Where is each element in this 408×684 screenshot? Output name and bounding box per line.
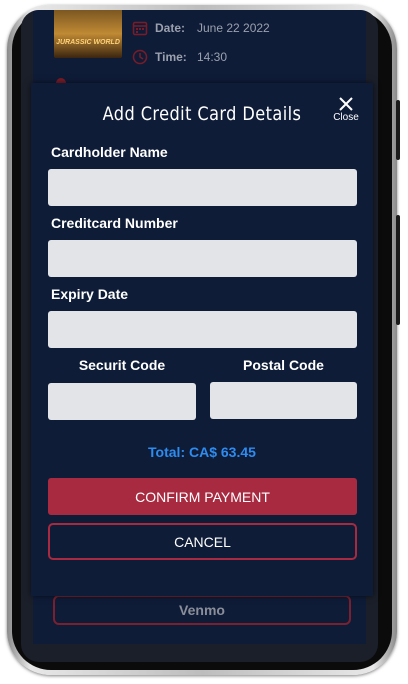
expiry-label: Expiry Date (51, 286, 129, 302)
volume-button (396, 100, 400, 160)
poster-title: JURASSIC WORLD (56, 39, 120, 46)
cardholder-label: Cardholder Name (51, 144, 168, 160)
postal-code-label: Postal Code (243, 357, 324, 373)
credit-card-modal: Add Credit Card Details Close Cardholder… (31, 83, 373, 596)
cardholder-input[interactable] (48, 169, 357, 206)
date-row: Date: June 22 2022 (132, 18, 270, 38)
clock-icon (132, 49, 148, 65)
total-amount: Total: CA$ 63.45 (148, 444, 256, 460)
modal-title: Add Credit Card Details (102, 103, 302, 125)
close-button[interactable]: Close (331, 97, 361, 129)
movie-poster: JURASSIC WORLD (54, 10, 122, 58)
power-button (396, 215, 400, 325)
calendar-icon (132, 21, 148, 36)
date-label: Date: (155, 21, 186, 35)
expiry-input[interactable] (48, 311, 357, 348)
date-value: June 22 2022 (197, 21, 270, 35)
time-label: Time: (155, 50, 187, 64)
cardnumber-label: Creditcard Number (51, 215, 178, 231)
cancel-button[interactable]: CANCEL (48, 523, 357, 560)
postal-code-input[interactable] (210, 382, 357, 419)
close-icon (339, 97, 353, 111)
venmo-button[interactable]: Venmo (53, 595, 351, 625)
cardnumber-input[interactable] (48, 240, 357, 277)
time-row: Time: 14:30 (132, 47, 227, 67)
security-code-label: Securit Code (78, 357, 166, 373)
confirm-payment-button[interactable]: CONFIRM PAYMENT (48, 478, 357, 515)
time-value: 14:30 (197, 50, 228, 64)
security-code-input[interactable] (48, 383, 196, 420)
close-label: Close (333, 112, 359, 123)
